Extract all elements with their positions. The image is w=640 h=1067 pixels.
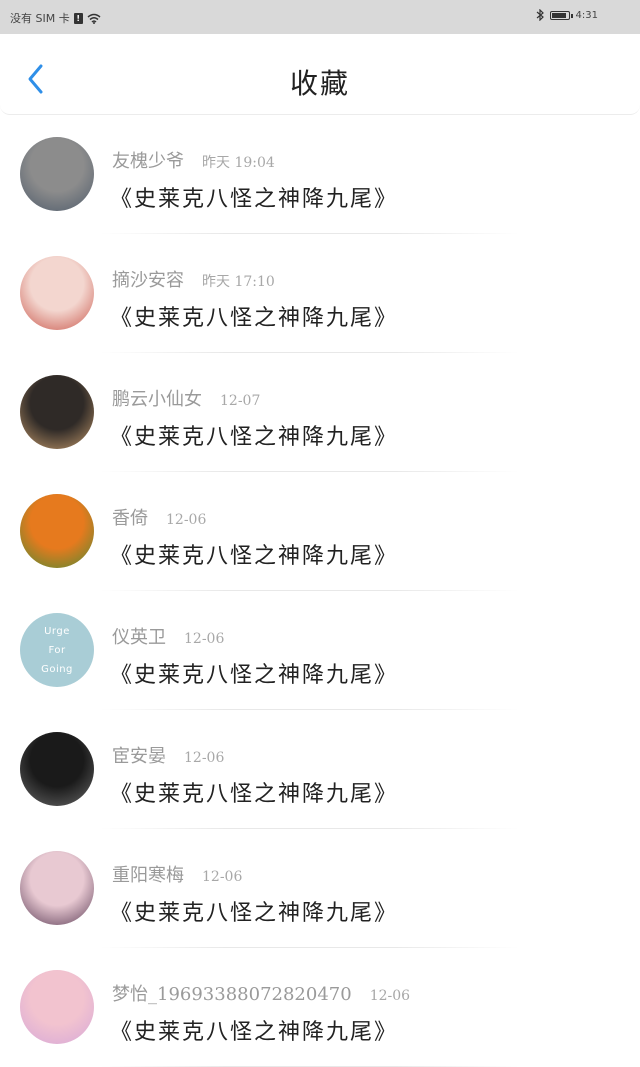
item-title[interactable]: 《史莱克八怪之神降九尾》 bbox=[110, 181, 398, 213]
list-item[interactable]: Urge For Going 仪英卫 12-06 《史莱克八怪之神降九尾》 bbox=[0, 591, 640, 710]
status-right: 4:31 bbox=[536, 9, 598, 21]
item-meta: 仪英卫 12-06 bbox=[112, 623, 224, 649]
username: 梦怡_19693388072820470 bbox=[112, 984, 352, 1005]
list-item[interactable]: 宦安晏 12-06 《史莱克八怪之神降九尾》 bbox=[0, 710, 640, 829]
list-item[interactable]: 梦怡_19693388072820470 12-06 《史莱克八怪之神降九尾》 bbox=[0, 948, 640, 1067]
timestamp: 昨天 19:04 bbox=[202, 155, 275, 171]
list-item[interactable]: 友槐少爷 昨天 19:04 《史莱克八怪之神降九尾》 bbox=[0, 115, 640, 234]
clock-text: 4:31 bbox=[575, 9, 598, 21]
favorites-list: 友槐少爷 昨天 19:04 《史莱克八怪之神降九尾》 摘沙安容 昨天 17:10 《史莱克… bbox=[0, 115, 640, 1067]
timestamp: 12-06 bbox=[184, 631, 225, 647]
username: 仪英卫 bbox=[112, 627, 166, 648]
avatar-text: For bbox=[48, 644, 66, 656]
username: 鹏云小仙女 bbox=[112, 389, 202, 410]
status-bar: 没有 SIM 卡 ! 4:31 bbox=[0, 0, 640, 34]
item-meta: 鹏云小仙女 12-07 bbox=[112, 385, 260, 411]
item-meta: 梦怡_19693388072820470 12-06 bbox=[112, 980, 410, 1006]
avatar[interactable] bbox=[20, 851, 94, 925]
avatar[interactable] bbox=[20, 732, 94, 806]
item-title[interactable]: 《史莱克八怪之神降九尾》 bbox=[110, 776, 398, 808]
list-item[interactable]: 香倚 12-06 《史莱克八怪之神降九尾》 bbox=[0, 472, 640, 591]
wifi-icon bbox=[87, 13, 101, 24]
avatar[interactable] bbox=[20, 256, 94, 330]
avatar[interactable] bbox=[20, 970, 94, 1044]
username: 摘沙安容 bbox=[112, 270, 184, 291]
list-item[interactable]: 摘沙安容 昨天 17:10 《史莱克八怪之神降九尾》 bbox=[0, 234, 640, 353]
avatar[interactable]: Urge For Going bbox=[20, 613, 94, 687]
item-title[interactable]: 《史莱克八怪之神降九尾》 bbox=[110, 419, 398, 451]
username: 重阳寒梅 bbox=[112, 865, 184, 886]
item-title[interactable]: 《史莱克八怪之神降九尾》 bbox=[110, 1014, 398, 1046]
timestamp: 12-06 bbox=[184, 750, 225, 766]
list-item[interactable]: 鹏云小仙女 12-07 《史莱克八怪之神降九尾》 bbox=[0, 353, 640, 472]
timestamp: 12-06 bbox=[166, 512, 207, 528]
username: 香倚 bbox=[112, 508, 148, 529]
avatar-text: Going bbox=[41, 663, 73, 675]
battery-icon bbox=[549, 10, 573, 20]
item-title[interactable]: 《史莱克八怪之神降九尾》 bbox=[110, 657, 398, 689]
timestamp: 昨天 17:10 bbox=[202, 274, 275, 290]
header-bar: 收藏 bbox=[0, 34, 640, 115]
avatar[interactable] bbox=[20, 494, 94, 568]
avatar[interactable] bbox=[20, 137, 94, 211]
item-title[interactable]: 《史莱克八怪之神降九尾》 bbox=[110, 895, 398, 927]
avatar[interactable] bbox=[20, 375, 94, 449]
sim-alert-icon: ! bbox=[73, 12, 83, 24]
bluetooth-icon bbox=[536, 9, 544, 21]
timestamp: 12-06 bbox=[202, 869, 243, 885]
timestamp: 12-07 bbox=[220, 393, 261, 409]
item-meta: 宦安晏 12-06 bbox=[112, 742, 224, 768]
item-meta: 友槐少爷 昨天 19:04 bbox=[112, 147, 275, 173]
item-meta: 香倚 12-06 bbox=[112, 504, 206, 530]
page-title: 收藏 bbox=[289, 67, 350, 100]
list-item[interactable]: 重阳寒梅 12-06 《史莱克八怪之神降九尾》 bbox=[0, 829, 640, 948]
item-meta: 摘沙安容 昨天 17:10 bbox=[112, 266, 275, 292]
status-left: 没有 SIM 卡 ! bbox=[10, 10, 101, 26]
item-title[interactable]: 《史莱克八怪之神降九尾》 bbox=[110, 538, 398, 570]
item-title[interactable]: 《史莱克八怪之神降九尾》 bbox=[110, 300, 398, 332]
avatar-text: Urge bbox=[44, 625, 70, 637]
username: 宦安晏 bbox=[112, 746, 166, 767]
item-meta: 重阳寒梅 12-06 bbox=[112, 861, 242, 887]
timestamp: 12-06 bbox=[369, 988, 411, 1004]
username: 友槐少爷 bbox=[112, 151, 184, 172]
carrier-text: 没有 SIM 卡 bbox=[10, 12, 70, 25]
